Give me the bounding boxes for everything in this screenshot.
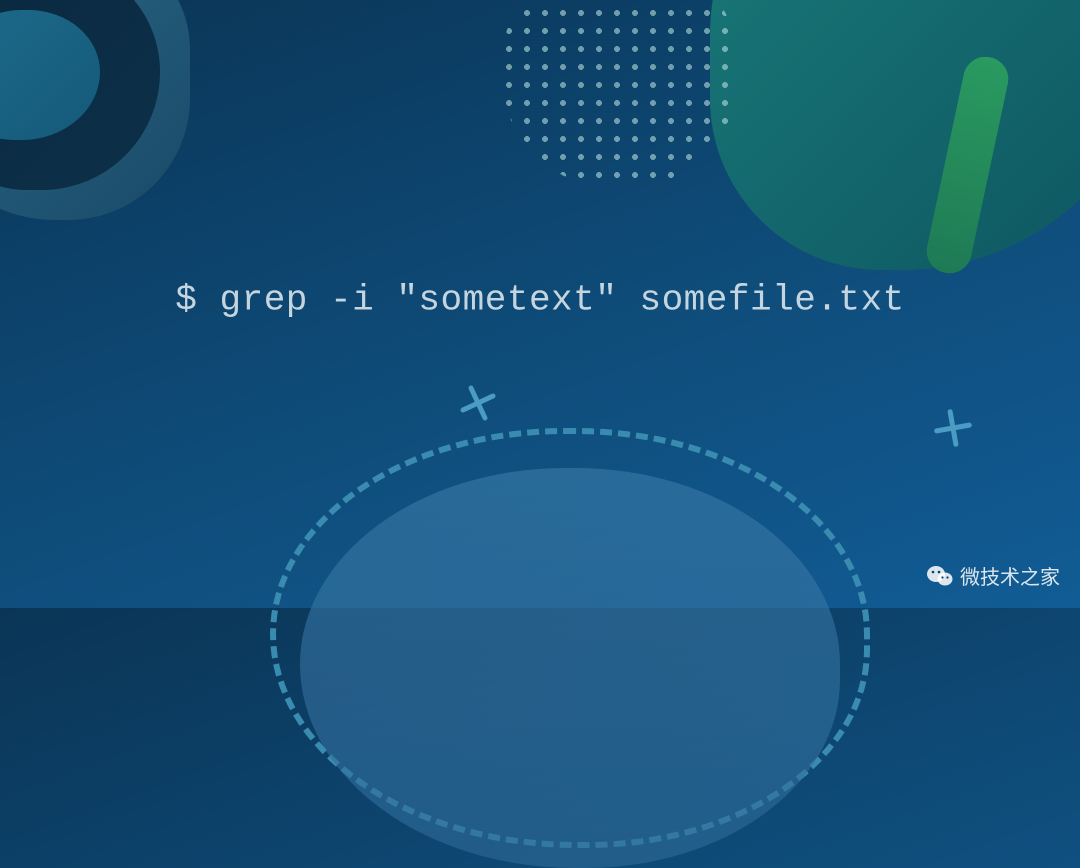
decorative-dotted-circle — [500, 0, 740, 190]
command-display: $ grep -i "sometext" somefile.txt — [175, 279, 904, 320]
plus-icon — [925, 400, 981, 456]
plus-icon — [455, 380, 501, 426]
command-text: $ grep -i "sometext" somefile.txt — [175, 279, 904, 320]
wechat-icon — [926, 564, 954, 588]
watermark: 微技术之家 — [926, 561, 1060, 590]
watermark-label: 微技术之家 — [960, 561, 1060, 590]
decorative-bottom-blob — [300, 468, 840, 868]
decorative-blob-topright — [710, 0, 1080, 270]
